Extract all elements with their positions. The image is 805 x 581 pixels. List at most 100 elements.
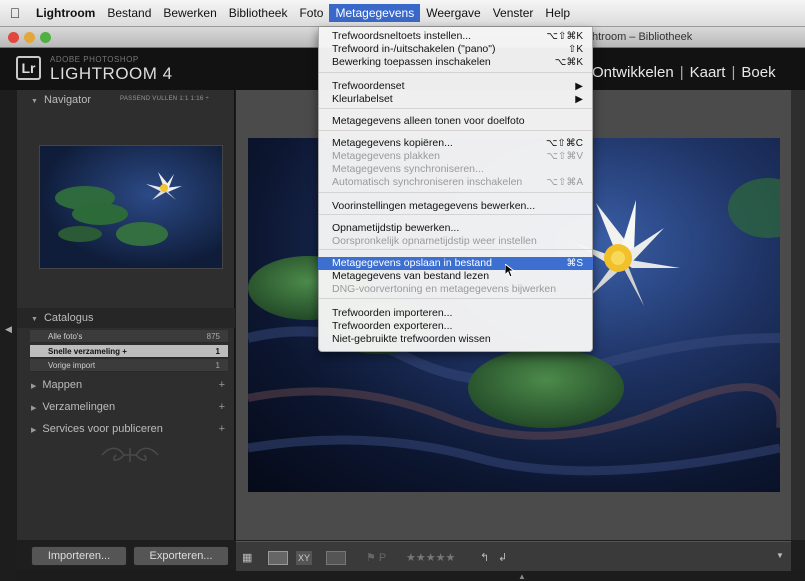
adobe-photoshop-label: ADOBE PHOTOSHOP: [50, 55, 139, 64]
module-kaart[interactable]: Kaart: [690, 64, 726, 81]
filmstrip-toggle-icon[interactable]: ▲: [518, 572, 526, 581]
menu-item[interactable]: Metagegevens opslaan in bestand ⌘S: [318, 257, 593, 270]
zoom-window-icon[interactable]: [40, 32, 51, 43]
right-panel-edge[interactable]: [791, 90, 805, 540]
menu-item-label: Trefwoord in-/uitschakelen ("pano"): [332, 43, 496, 55]
minimize-window-icon[interactable]: [24, 32, 35, 43]
menubar:  Lightroom Bestand Bewerken Bibliotheek…: [0, 0, 805, 27]
menu-item[interactable]: Metagegevens alleen tonen voor doelfoto: [318, 115, 593, 128]
publish-services-header[interactable]: ▶ Services voor publiceren +: [17, 419, 235, 439]
verzamelingen-title: Verzamelingen: [42, 401, 116, 413]
navigator-zoom-options[interactable]: PASSEND VULLEN 1:1 1:16 ÷: [120, 96, 209, 102]
menu-separator: [319, 249, 592, 250]
menu-separator: [319, 298, 592, 299]
menu-item-label: Metagegevens kopiëren...: [332, 137, 453, 149]
menu-item[interactable]: Metagegevens van bestand lezen: [318, 270, 593, 283]
collapse-left-panel-icon[interactable]: ◀: [5, 324, 12, 335]
menu-help[interactable]: Help: [539, 4, 576, 22]
catalog-row-label: Alle foto's: [48, 332, 83, 341]
menu-item[interactable]: Kleurlabelset ▶: [318, 93, 593, 106]
verzamelingen-header[interactable]: ▶ Verzamelingen +: [17, 397, 235, 417]
menu-item-shortcut: ▶: [575, 81, 583, 92]
menu-item[interactable]: Metagegevens kopiëren... ⌥⇧⌘C: [318, 137, 593, 150]
menu-item-shortcut: ▶: [575, 94, 583, 105]
compare-view-icon[interactable]: XY: [296, 551, 313, 565]
menu-item[interactable]: Trefwoorden exporteren...: [318, 320, 593, 333]
publish-services-title: Services voor publiceren: [42, 423, 163, 435]
module-boek[interactable]: Boek: [741, 64, 775, 81]
menu-weergave[interactable]: Weergave: [420, 4, 486, 22]
menu-item[interactable]: Trefwoordsneltoets instellen... ⌥⇧⌘K: [318, 30, 593, 43]
menu-item-shortcut: ⌥⇧⌘C: [545, 138, 583, 149]
menu-lightroom[interactable]: Lightroom: [30, 4, 101, 22]
menu-bestand[interactable]: Bestand: [101, 4, 157, 22]
catalog-row-all-photos[interactable]: Alle foto's 875: [30, 330, 228, 343]
catalog-row-label: Vorige import: [48, 361, 96, 370]
loupe-view-icon[interactable]: [268, 551, 288, 565]
menu-item-label: Kleurlabelset: [332, 93, 393, 105]
menu-item[interactable]: Niet-gebruikte trefwoorden wissen: [318, 333, 593, 346]
catalog-row-count: 1: [215, 347, 220, 356]
expanded-triangle-icon: ▼: [31, 316, 38, 323]
rotate-left-icon[interactable]: ↰: [480, 551, 489, 565]
add-folder-icon[interactable]: +: [219, 375, 225, 395]
mouse-cursor-icon: [505, 264, 515, 278]
menu-item-shortcut: ⇧K: [567, 44, 583, 55]
menu-item-label: Trefwoorden importeren...: [332, 307, 453, 319]
menu-bibliotheek[interactable]: Bibliotheek: [223, 4, 294, 22]
menu-item-shortcut: ⌥⌘K: [554, 57, 583, 68]
menu-item: DNG-voorvertoning en metagegevens bijwer…: [318, 283, 593, 296]
rotate-right-icon[interactable]: ↲: [498, 551, 507, 565]
apple-icon[interactable]: : [0, 5, 30, 21]
import-button[interactable]: Importeren...: [31, 546, 127, 566]
menu-separator: [319, 214, 592, 215]
menu-bewerken[interactable]: Bewerken: [157, 4, 222, 22]
grid-view-icon[interactable]: ▦: [242, 551, 260, 565]
menu-item-label: Voorinstellingen metagegevens bewerken..…: [332, 200, 536, 212]
menu-item[interactable]: Trefwoord in-/uitschakelen ("pano") ⇧K: [318, 43, 593, 56]
product-name: LIGHTROOM 4: [50, 64, 173, 83]
menu-item-label: Niet-gebruikte trefwoorden wissen: [332, 333, 491, 345]
menu-item-label: Automatisch synchroniseren inschakelen: [332, 176, 523, 188]
rating-stars[interactable]: ★★★★★: [406, 551, 455, 565]
menu-item-label: Opnametijdstip bewerken...: [332, 222, 460, 234]
menu-item[interactable]: Voorinstellingen metagegevens bewerken..…: [318, 200, 593, 213]
catalog-row-label: Snelle verzameling +: [48, 347, 127, 356]
menu-venster[interactable]: Venster: [487, 4, 540, 22]
catalog-row-previous-import[interactable]: Vorige import 1: [30, 359, 228, 372]
catalogus-title: Catalogus: [43, 312, 94, 324]
navigator-preview[interactable]: [39, 145, 223, 269]
export-button[interactable]: Exporteren...: [133, 546, 229, 566]
add-publish-service-icon[interactable]: +: [219, 419, 225, 439]
toolbar-menu-chevron-down-icon[interactable]: ▼: [776, 551, 784, 560]
menu-item: Metagegevens synchroniseren...: [318, 163, 593, 176]
menu-item-label: Metagegevens alleen tonen voor doelfoto: [332, 115, 525, 127]
menu-item-label: Metagegevens opslaan in bestand: [332, 257, 492, 269]
catalog-row-quick-collection[interactable]: Snelle verzameling + 1: [30, 345, 228, 358]
menu-item-label: Metagegevens plakken: [332, 150, 440, 162]
catalog-row-count: 1: [215, 361, 220, 370]
module-ontwikkelen[interactable]: Ontwikkelen: [592, 64, 674, 81]
library-toolbar: ▦ XY ⚑ P ★★★★★ ↰ ↲: [236, 541, 791, 571]
close-window-icon[interactable]: [8, 32, 19, 43]
menu-item[interactable]: Bewerking toepassen inschakelen ⌥⌘K: [318, 56, 593, 69]
menu-metagegevens[interactable]: Metagegevens: [329, 4, 421, 22]
catalogus-header[interactable]: ▼ Catalogus: [17, 308, 235, 328]
menu-item[interactable]: Opnametijdstip bewerken...: [318, 222, 593, 235]
menu-item-shortcut: ⌘S: [566, 258, 583, 269]
survey-view-icon[interactable]: [326, 551, 346, 565]
menu-item[interactable]: Trefwoorden importeren...: [318, 307, 593, 320]
menu-item[interactable]: Trefwoordenset ▶: [318, 80, 593, 93]
add-collection-icon[interactable]: +: [219, 397, 225, 417]
flag-icon[interactable]: ⚑ P: [366, 551, 386, 565]
left-panel-edge[interactable]: [0, 90, 17, 581]
menu-item-label: Metagegevens synchroniseren...: [332, 163, 484, 175]
expanded-triangle-icon: ▼: [31, 98, 38, 105]
menu-item-label: Trefwoordsneltoets instellen...: [332, 30, 472, 42]
metagegevens-dropdown-menu: [318, 27, 593, 352]
mappen-header[interactable]: ▶ Mappen +: [17, 375, 235, 395]
menu-item-label: DNG-voorvertoning en metagegevens bijwer…: [332, 283, 557, 295]
mappen-title: Mappen: [42, 379, 83, 391]
panel-end-ornament-icon: [101, 447, 159, 462]
menu-foto[interactable]: Foto: [293, 4, 329, 22]
